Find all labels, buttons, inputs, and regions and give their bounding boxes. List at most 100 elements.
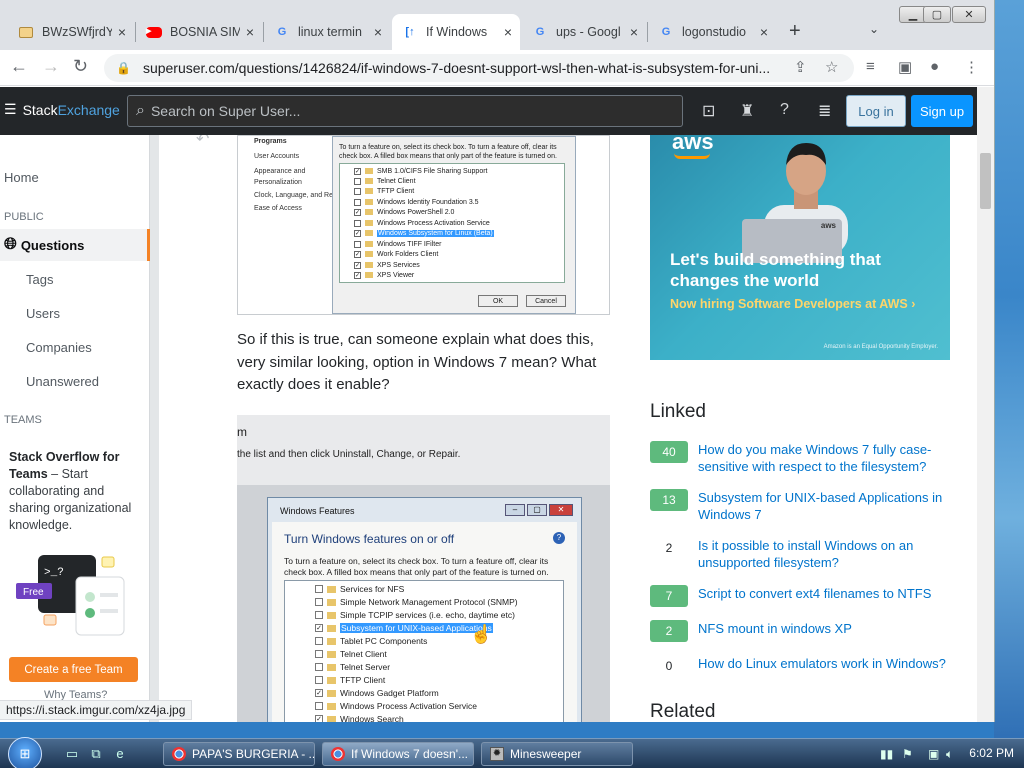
share-icon[interactable]: ⇪ (794, 58, 807, 76)
laptop-sticker: aws (820, 221, 836, 230)
history-icon[interactable]: ↶ (196, 135, 209, 149)
site-switcher-icon[interactable]: ≣ (818, 101, 831, 121)
linked-item: 40 How do you make Windows 7 fully case-… (650, 441, 950, 477)
bookmark-star-icon[interactable]: ☆ (825, 58, 838, 76)
tab-bwzswfjrdy[interactable]: BWzSWfjrdY × (8, 14, 134, 50)
create-team-button[interactable]: Create a free Team (9, 657, 138, 682)
features-list: ✓ SMB 1.0/CIFS File Sharing Support Telne… (339, 163, 565, 283)
nav-unanswered[interactable]: Unanswered (26, 374, 99, 389)
browser-toolbar: ← → ↻ 🔒 superuser.com/questions/1426824/… (0, 50, 994, 86)
dialog-heading: Turn Windows features on or off (284, 532, 455, 546)
vote-count-badge[interactable]: 7 (650, 585, 688, 607)
taskbar-clock[interactable]: 6:02 PM (969, 746, 1014, 760)
nav-users[interactable]: Users (26, 306, 60, 321)
site-header: ☰ Stack Exchange ⌕ Search on Super User..… (0, 87, 994, 135)
nav-tags[interactable]: Tags (26, 272, 53, 287)
nav-questions[interactable]: 🌐︎ Questions (0, 229, 150, 261)
login-button[interactable]: Log in (846, 95, 906, 127)
site-search-input[interactable]: ⌕ Search on Super User... (127, 95, 683, 127)
folder-icon (18, 24, 34, 40)
vote-count-badge[interactable]: 0 (650, 655, 688, 677)
close-window-button[interactable]: ✕ (952, 6, 986, 23)
dialog-hint: To turn a feature on, select its check b… (339, 144, 557, 160)
logo-text-stack: Stack (22, 101, 58, 118)
linked-item: 2 NFS mount in windows XP (650, 620, 950, 656)
side-panel-icon[interactable]: ▣ (898, 58, 912, 76)
dialog-ok-button: OK (478, 295, 518, 307)
linked-question-link[interactable]: Subsystem for UNIX-based Applications in… (698, 489, 950, 523)
control-panel-sidebar: Programs User Accounts Appearance and Pe… (254, 138, 333, 212)
linked-question-link[interactable]: Is it possible to install Windows on an … (698, 537, 950, 571)
vote-count-badge[interactable]: 2 (650, 620, 688, 642)
show-desktop-icon[interactable]: ▭ (64, 746, 80, 762)
reload-icon[interactable]: ↻ (73, 56, 88, 77)
display-icon[interactable]: ▣ (928, 747, 939, 761)
tab-close-icon[interactable]: × (760, 24, 768, 40)
tab-strip: BWzSWfjrdY × ▶ BOSNIA SIM × G linux term… (0, 0, 994, 50)
forward-icon[interactable]: → (42, 56, 60, 77)
vote-count-badge[interactable]: 40 (650, 441, 688, 463)
taskbar-item-minesweeper[interactable]: ✹ Minesweeper (481, 742, 633, 766)
hand-cursor-icon: ☝ (470, 624, 493, 644)
start-button[interactable]: ⊞ (8, 737, 42, 768)
nav-home[interactable]: Home (4, 170, 39, 185)
linked-item: 0 How do Linux emulators work in Windows… (650, 655, 950, 691)
question-body: ↶ Programs User Accounts Appearance and … (160, 135, 640, 722)
tab-linux-terminal[interactable]: G linux termin × (264, 14, 390, 50)
sidebar-scrollbar[interactable] (150, 135, 159, 722)
maximize-button[interactable]: ▢ (923, 6, 951, 23)
address-bar[interactable]: 🔒 superuser.com/questions/1426824/if-win… (104, 54, 854, 82)
stackexchange-logo[interactable]: ☰ Stack Exchange (4, 101, 120, 118)
tab-close-icon[interactable]: × (374, 24, 382, 40)
desktop-background (994, 0, 1024, 740)
linked-question-link[interactable]: NFS mount in windows XP (698, 620, 950, 637)
help-icon[interactable]: ? (780, 101, 789, 119)
google-icon: G (277, 26, 287, 38)
tab-close-icon[interactable]: × (504, 24, 512, 40)
tab-title: logonstudio (682, 25, 746, 39)
new-tab-button[interactable]: + (789, 20, 801, 43)
tab-ups-google[interactable]: G ups - Googl × (522, 14, 646, 50)
taskbar-item-label: If Windows 7 doesn'... (351, 747, 469, 761)
teams-prompt-glyph: >_? (44, 567, 64, 579)
image-windows7-features-photo[interactable]: m the list and then click Uninstall, Cha… (237, 415, 610, 722)
tab-close-icon[interactable]: × (630, 24, 638, 40)
achievements-trophy-icon[interactable]: ♜ (740, 101, 754, 121)
taskbar-item-if-windows[interactable]: If Windows 7 doesn'... (322, 742, 474, 766)
image-windows10-features[interactable]: Programs User Accounts Appearance and Pe… (237, 135, 610, 315)
security-icon[interactable]: ⚑ (902, 747, 913, 761)
left-sidebar: Home PUBLIC 🌐︎ Questions Tags Users Comp… (0, 135, 159, 722)
system-tray: ▮▮ ⚑ ▣ 🔈︎ 6:02 PM (874, 739, 1024, 768)
ad-headline: Let's build something that changes the w… (670, 250, 881, 290)
tab-close-icon[interactable]: × (118, 24, 126, 40)
tab-bosnia[interactable]: ▶ BOSNIA SIM × (136, 14, 262, 50)
globe-icon: 🌐︎ (4, 236, 17, 253)
page-scrollbar[interactable] (977, 87, 994, 722)
linked-question-link[interactable]: How do you make Windows 7 fully case-sen… (698, 441, 950, 475)
inbox-icon[interactable]: ⊡ (702, 101, 715, 121)
tab-close-icon[interactable]: × (246, 24, 254, 40)
nav-companies[interactable]: Companies (26, 340, 92, 355)
url-text: superuser.com/questions/1426824/if-windo… (142, 60, 771, 76)
vote-count-badge[interactable]: 2 (650, 537, 688, 559)
profile-icon[interactable]: ● (930, 58, 939, 75)
aws-advertisement[interactable]: aws aws Let's build something that chang… (650, 135, 950, 360)
switch-windows-icon[interactable]: ⧉ (88, 746, 104, 762)
network-icon[interactable]: ▮▮ (880, 747, 893, 761)
vote-count-badge[interactable]: 13 (650, 489, 688, 511)
back-icon[interactable]: ← (10, 56, 28, 77)
volume-icon[interactable]: 🔈︎ (946, 747, 953, 762)
tab-logonstudio[interactable]: G logonstudio × (648, 14, 776, 50)
hamburger-icon[interactable]: ☰ (4, 101, 17, 118)
lock-icon[interactable]: 🔒 (116, 61, 131, 75)
taskbar-item-papas-burgeria[interactable]: PAPA'S BURGERIA - ... (163, 742, 315, 766)
tab-if-windows[interactable]: [↑ If Windows × (392, 14, 520, 50)
signup-button[interactable]: Sign up (911, 95, 973, 127)
internet-explorer-icon[interactable]: e (112, 746, 128, 762)
tab-search-icon[interactable]: ⌄ (869, 22, 879, 36)
linked-question-link[interactable]: How do Linux emulators work in Windows? (698, 655, 950, 672)
media-control-icon[interactable]: ≡ (866, 58, 875, 75)
menu-icon[interactable]: ⋮ (964, 58, 979, 76)
scrollbar-thumb[interactable] (980, 153, 991, 209)
linked-question-link[interactable]: Script to convert ext4 filenames to NTFS (698, 585, 950, 602)
